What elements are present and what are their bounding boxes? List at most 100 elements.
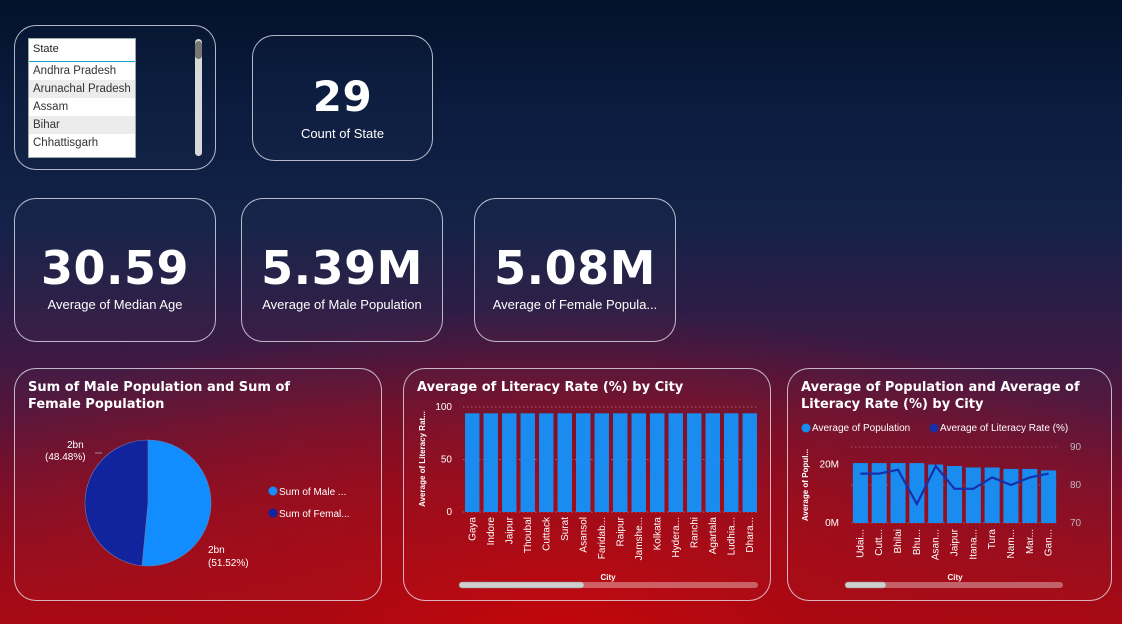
slicer-scroll-thumb[interactable]	[195, 41, 202, 59]
kpi-card-female-population: 5.08M Average of Female Popula...	[474, 198, 676, 342]
slicer-scrollbar[interactable]	[195, 39, 202, 156]
state-slicer-list[interactable]: State Andhra Pradesh Arunachal Pradesh A…	[28, 38, 136, 158]
kpi-value: 5.08M	[494, 241, 656, 295]
x-tick-label: Jamshe...	[634, 517, 645, 560]
scrollbar-thumb	[844, 581, 887, 589]
bar	[613, 413, 628, 512]
kpi-card-median-age: 30.59 Average of Median Age	[14, 198, 216, 342]
literacy-bar-chart: 0 50 100 Gaya Indore Jaipur Thoubal Cuttack Sura…	[418, 402, 759, 589]
x-axis-title: City	[947, 573, 963, 582]
legend-marker	[929, 423, 939, 433]
scrollbar-thumb	[458, 581, 585, 589]
x-tick-label: Raipur	[615, 516, 626, 546]
pie-chart-card: Sum of Male Population and Sum of Female…	[14, 368, 382, 601]
slicer-item[interactable]: Arunachal Pradesh	[29, 80, 135, 98]
y-tick-label: 20M	[820, 460, 839, 471]
x-tick-label: Cuttack	[541, 516, 552, 551]
kpi-value: 30.59	[40, 241, 189, 295]
bar	[631, 413, 646, 512]
y-axis-title: Average of Popul...	[801, 449, 810, 521]
legend-label: Sum of Male ...	[279, 487, 346, 498]
bar	[984, 467, 1000, 523]
bar	[742, 413, 757, 512]
x-tick-label: Tura	[987, 529, 998, 550]
bar	[483, 413, 498, 512]
x-tick-label: Mar...	[1025, 529, 1036, 554]
bar	[650, 413, 665, 512]
x-tick-label: Asan...	[931, 529, 942, 560]
pie-chart: 2bn(48.48%)2bn(51.52%)Sum of Male ...Sum…	[45, 439, 350, 569]
pie-data-label: 2bn	[67, 440, 84, 451]
kpi-value: 29	[312, 72, 373, 121]
kpi-value: 5.39M	[261, 241, 423, 295]
y-tick-label: 50	[441, 455, 453, 466]
x-tick-label: Indore	[486, 517, 497, 546]
y2-tick-label: 90	[1070, 442, 1082, 453]
x-tick-label: Udai...	[855, 529, 866, 558]
kpi-label: Average of Male Population	[262, 297, 422, 312]
x-tick-label: Bhilai	[893, 529, 904, 553]
combo-chart-card: Average of Population and Average of Lit…	[787, 368, 1112, 601]
bar	[946, 466, 963, 523]
x-tick-label: Thoubal	[523, 517, 534, 553]
x-tick-label: Hydera...	[671, 517, 682, 558]
bar	[594, 413, 609, 512]
y-tick-label: 0	[446, 507, 452, 518]
bar	[1003, 468, 1019, 523]
legend-label: Average of Population	[812, 423, 910, 434]
legend-label: Sum of Femal...	[279, 509, 350, 520]
x-tick-label: Cutt...	[874, 529, 885, 556]
y-tick-label: 100	[435, 402, 452, 413]
slicer-header: State	[29, 39, 135, 62]
x-tick-label: Agartala	[708, 517, 719, 555]
pie-slice	[84, 439, 149, 567]
pie-data-label: 2bn	[208, 545, 225, 556]
bar	[576, 413, 591, 512]
literacy-bar-chart-card: Average of Literacy Rate (%) by City 0 50…	[403, 368, 771, 601]
pie-slice	[141, 439, 212, 567]
x-tick-label: Gan...	[1044, 529, 1055, 556]
bar	[557, 413, 572, 512]
kpi-card-male-population: 5.39M Average of Male Population	[241, 198, 443, 342]
y2-tick-label: 70	[1070, 518, 1082, 529]
pie-data-label: (48.48%)	[45, 452, 86, 463]
x-tick-label: Itana...	[968, 529, 979, 560]
bar	[705, 413, 720, 512]
bar	[520, 413, 535, 512]
bar	[852, 463, 868, 523]
x-tick-label: Kolkata	[652, 517, 663, 551]
bar	[1041, 470, 1057, 523]
x-tick-label: Surat	[560, 517, 571, 541]
y2-tick-label: 80	[1070, 480, 1082, 491]
slicer-item[interactable]: Bihar	[29, 116, 135, 134]
population-literacy-combo-chart: Average of Population Average of Literacy…	[801, 423, 1082, 589]
kpi-label: Count of State	[300, 126, 385, 141]
x-tick-label: Dhara...	[745, 517, 756, 553]
x-tick-label: Faridab...	[597, 517, 608, 559]
pie-data-label: (51.52%)	[208, 558, 249, 569]
bar	[465, 413, 480, 512]
slicer-item[interactable]: Andhra Pradesh	[29, 62, 135, 80]
legend-marker	[268, 508, 278, 518]
x-tick-label: Ranchi	[689, 517, 700, 548]
bar	[502, 413, 517, 512]
legend-marker	[268, 486, 278, 496]
bar	[687, 413, 702, 512]
bar	[539, 413, 554, 512]
bar	[965, 467, 981, 523]
x-axis-title: City	[600, 573, 616, 582]
slicer-item[interactable]: Assam	[29, 98, 135, 116]
x-tick-label: Ludhia...	[726, 517, 737, 555]
x-tick-label: Bhu...	[912, 529, 923, 555]
kpi-card-count-of-state: 29 Count of State	[252, 35, 433, 161]
x-tick-label: Gaya	[467, 517, 478, 541]
y-axis-title: Average of Literacy Rat...	[418, 411, 427, 507]
slicer-item[interactable]: Chhattisgarh	[29, 134, 135, 152]
legend-label: Average of Literacy Rate (%)	[940, 423, 1068, 434]
legend-marker	[801, 423, 811, 433]
state-slicer-card: State Andhra Pradesh Arunachal Pradesh A…	[14, 25, 216, 170]
x-tick-label: Asansol	[578, 517, 589, 553]
x-tick-label: Nam...	[1006, 529, 1017, 558]
kpi-label: Average of Median Age	[47, 297, 183, 312]
bar	[724, 413, 739, 512]
